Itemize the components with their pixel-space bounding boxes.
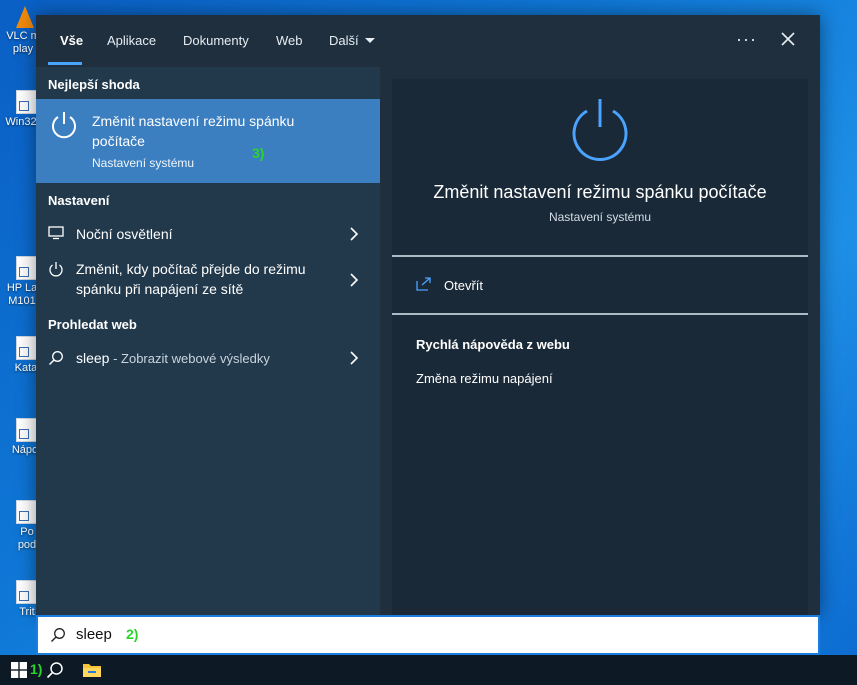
search-input[interactable] [76,626,276,643]
best-match-header: Nejlepší shoda [48,77,140,92]
open-label: Otevřít [444,278,484,293]
tab-web[interactable]: Web [276,33,303,48]
best-match-title: Změnit nastavení režimu spánku počítače [92,113,295,149]
desktop-icon-win32[interactable]: Win32 [0,90,40,129]
web-search-item[interactable]: sleep - Zobrazit webové výsledky [36,346,380,378]
tab-more[interactable]: Další [329,33,375,48]
detail-title: Změnit nastavení režimu spánku počítače [433,182,767,202]
settings-header: Nastavení [48,193,110,208]
shortcut-icon [16,580,38,604]
desktop-icon-label: VLC m play [6,30,40,55]
desktop-icon-hp[interactable]: HP La M101 [0,256,40,308]
step-annotation-2: 2) [126,626,139,642]
chevron-down-icon [364,38,375,43]
search-icon [49,351,63,365]
settings-item-label: Noční osvětlení [76,226,173,242]
search-panel: Vše Aplikace Dokumenty Web Další ··· Nej… [36,15,820,615]
tab-documents[interactable]: Dokumenty [183,33,249,48]
step-annotation-3: 3) [252,145,265,161]
quick-help-link[interactable]: Změna režimu napájení [416,371,553,386]
web-search-query: sleep [76,350,110,366]
filter-tabs: Vše Aplikace Dokumenty Web Další ··· [36,15,820,67]
desktop-icon-trit[interactable]: Trit [0,580,40,619]
chevron-right-icon[interactable] [349,227,359,241]
power-icon [49,262,63,277]
detail-pane: Změnit nastavení režimu spánku počítače … [392,79,808,615]
desktop-icon-napo[interactable]: Nápo [0,418,40,457]
tab-more-label: Další [329,33,359,48]
desktop-icon-label: Win32 [5,116,37,128]
shortcut-icon [16,500,38,524]
tab-all[interactable]: Vše [60,33,83,48]
power-icon [52,112,76,139]
web-search-suffix: - Zobrazit webové výsledky [109,351,270,366]
web-search-text: sleep - Zobrazit webové výsledky [76,348,336,369]
windows-start-icon[interactable] [11,662,27,678]
shortcut-icon [16,418,38,442]
step-annotation-1: 1) [30,661,43,677]
divider [392,313,808,315]
shortcut-icon [16,336,38,360]
detail-subtitle: Nastavení systému [548,210,652,224]
desktop-icon-label: HP La M101 [6,282,38,307]
quick-help-header: Rychlá nápověda z webu [416,337,570,352]
file-explorer-icon[interactable] [82,662,102,678]
chevron-right-icon[interactable] [349,273,359,287]
settings-item-sleep-on-power[interactable]: Změnit, kdy počítač přejde do režimu spá… [36,257,380,303]
best-match-subtitle: Nastavení systému [92,156,195,170]
vlc-icon [16,6,34,28]
desktop-icon-po[interactable]: Po pod [0,500,40,552]
best-match-item[interactable]: Změnit nastavení režimu spánku počítače … [36,99,380,183]
active-tab-indicator [48,62,82,65]
open-icon [416,277,431,291]
desktop-icon-vlc[interactable]: VLC m play [0,6,40,56]
web-search-header: Prohledat web [48,317,137,332]
shortcut-icon [16,90,38,114]
search-bar: 2) [36,615,820,655]
divider [392,255,808,257]
settings-item-night-light[interactable]: Noční osvětlení [36,222,380,254]
settings-item-label: Změnit, kdy počítač přejde do režimu spá… [76,261,306,297]
results-list: Nejlepší shoda Změnit nastavení režimu s… [36,67,380,615]
taskbar: 1) [0,655,857,685]
chevron-right-icon[interactable] [349,351,359,365]
close-icon[interactable] [778,29,798,49]
monitor-icon [48,226,64,240]
tab-apps[interactable]: Aplikace [107,33,156,48]
search-icon [51,628,65,642]
shortcut-icon [16,256,38,280]
power-icon [572,99,628,161]
desktop-icon-kata[interactable]: Kata [0,336,40,375]
search-icon[interactable] [46,661,64,679]
more-options-icon[interactable]: ··· [736,29,757,50]
